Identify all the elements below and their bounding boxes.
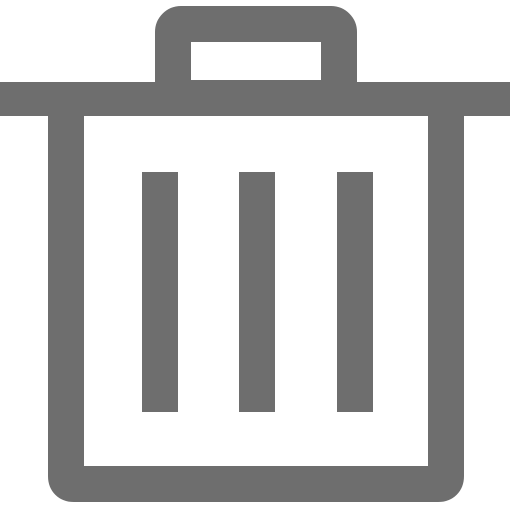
trash-slat-right — [337, 172, 373, 412]
trash-slat-middle — [239, 172, 275, 412]
icon-canvas — [0, 0, 512, 512]
trash-icon — [0, 6, 510, 502]
trash-slat-left — [142, 172, 178, 412]
